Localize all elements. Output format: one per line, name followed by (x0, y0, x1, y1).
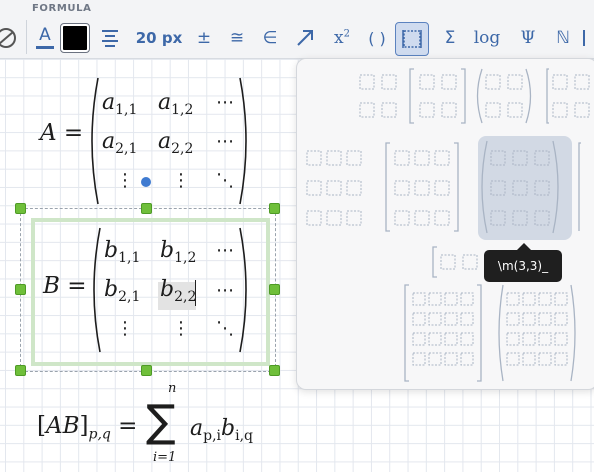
matrix-b-left-paren (93, 227, 101, 353)
element-of-icon[interactable]: ∈ (258, 22, 282, 54)
tooltip-arrow (517, 243, 531, 250)
matrix-b-entry[interactable]: b2,1 (104, 277, 140, 305)
matrix-a-hdots: ⋯ (216, 92, 234, 113)
toolbar-divider (26, 20, 27, 54)
matrix-b-vdots: ⋮ (172, 318, 190, 339)
matrix-template-panel (296, 58, 594, 390)
matrix-b-lhs: B = (43, 273, 87, 299)
matrix-b-right-paren (239, 227, 247, 353)
resize-handle-bottom-right[interactable] (269, 365, 280, 376)
matrix-icon[interactable] (395, 22, 429, 56)
naturals-icon[interactable]: ℕ (550, 22, 576, 54)
product-term: ap,ibi,q (190, 416, 253, 444)
matrix-a-entry: a2,1 (102, 129, 138, 157)
matrix-a-vdots: ⋮ (172, 170, 190, 191)
sum-upper-limit: n (168, 381, 177, 396)
rotate-handle[interactable] (141, 177, 151, 187)
color-swatch (61, 24, 89, 52)
superscript-icon[interactable]: x2 (328, 22, 356, 54)
matrix-a-right-paren (239, 77, 247, 205)
matrix-a-entry: a1,1 (102, 90, 138, 118)
align-icon[interactable] (97, 22, 123, 54)
matrix-b-entry[interactable]: b2,2 (160, 277, 196, 305)
matrix-a-lhs: A = (40, 120, 84, 146)
matrix-a-entry: a2,2 (158, 129, 194, 157)
plus-minus-icon[interactable]: ± (192, 22, 216, 54)
resize-handle-top-right[interactable] (269, 203, 280, 214)
resize-handle-right[interactable] (269, 284, 280, 295)
resize-handle-bottom[interactable] (141, 365, 152, 376)
no-style-icon[interactable] (0, 22, 18, 54)
text-caret (195, 280, 196, 306)
matrix-b-hdots: ⋯ (216, 280, 234, 301)
font-size-selector[interactable]: 20 px (134, 22, 184, 54)
matrix-3x3-option[interactable] (478, 136, 572, 240)
toolbar-section-label: FORMULA (32, 3, 92, 14)
psi-icon[interactable]: Ψ (515, 22, 541, 54)
formula-toolbar: FORMULA A 20 px ± ≅ ∈ x2 ( ) Σ log Ψ ℕ (0, 0, 594, 59)
matrix-b-hdots: ⋯ (216, 240, 234, 261)
matrix-a-left-paren (91, 77, 99, 205)
product-lhs: [AB]p,q = (37, 413, 138, 443)
resize-handle-bottom-left[interactable] (15, 365, 26, 376)
approx-equal-icon[interactable]: ≅ (225, 22, 249, 54)
matrix-b-vdots: ⋮ (116, 318, 134, 339)
parentheses-icon[interactable]: ( ) (364, 22, 390, 54)
sum-lower-limit: i=1 (153, 450, 177, 465)
template-tooltip: \m(3,3)_ (484, 250, 562, 282)
resize-handle-left[interactable] (15, 284, 26, 295)
matrix-a-entry: a1,2 (158, 90, 194, 118)
matrix-b-ddots: ⋱ (216, 318, 234, 339)
log-icon[interactable]: log (470, 22, 504, 54)
resize-handle-top[interactable] (141, 203, 152, 214)
fill-color-swatch[interactable] (60, 22, 90, 54)
matrix-b-entry[interactable]: b1,2 (160, 238, 196, 266)
matrix-a-hdots: ⋯ (216, 131, 234, 152)
matrix-a-vdots: ⋮ (116, 170, 134, 191)
matrix-a-ddots: ⋱ (216, 170, 234, 191)
text-color-icon[interactable]: A (32, 22, 58, 54)
more-icon[interactable] (582, 22, 594, 54)
arrow-icon[interactable] (292, 22, 318, 54)
resize-handle-top-left[interactable] (15, 203, 26, 214)
sum-symbol: ∑ (146, 396, 176, 447)
matrix-b-entry[interactable]: b1,1 (104, 238, 140, 266)
sum-icon[interactable]: Σ (438, 22, 462, 54)
